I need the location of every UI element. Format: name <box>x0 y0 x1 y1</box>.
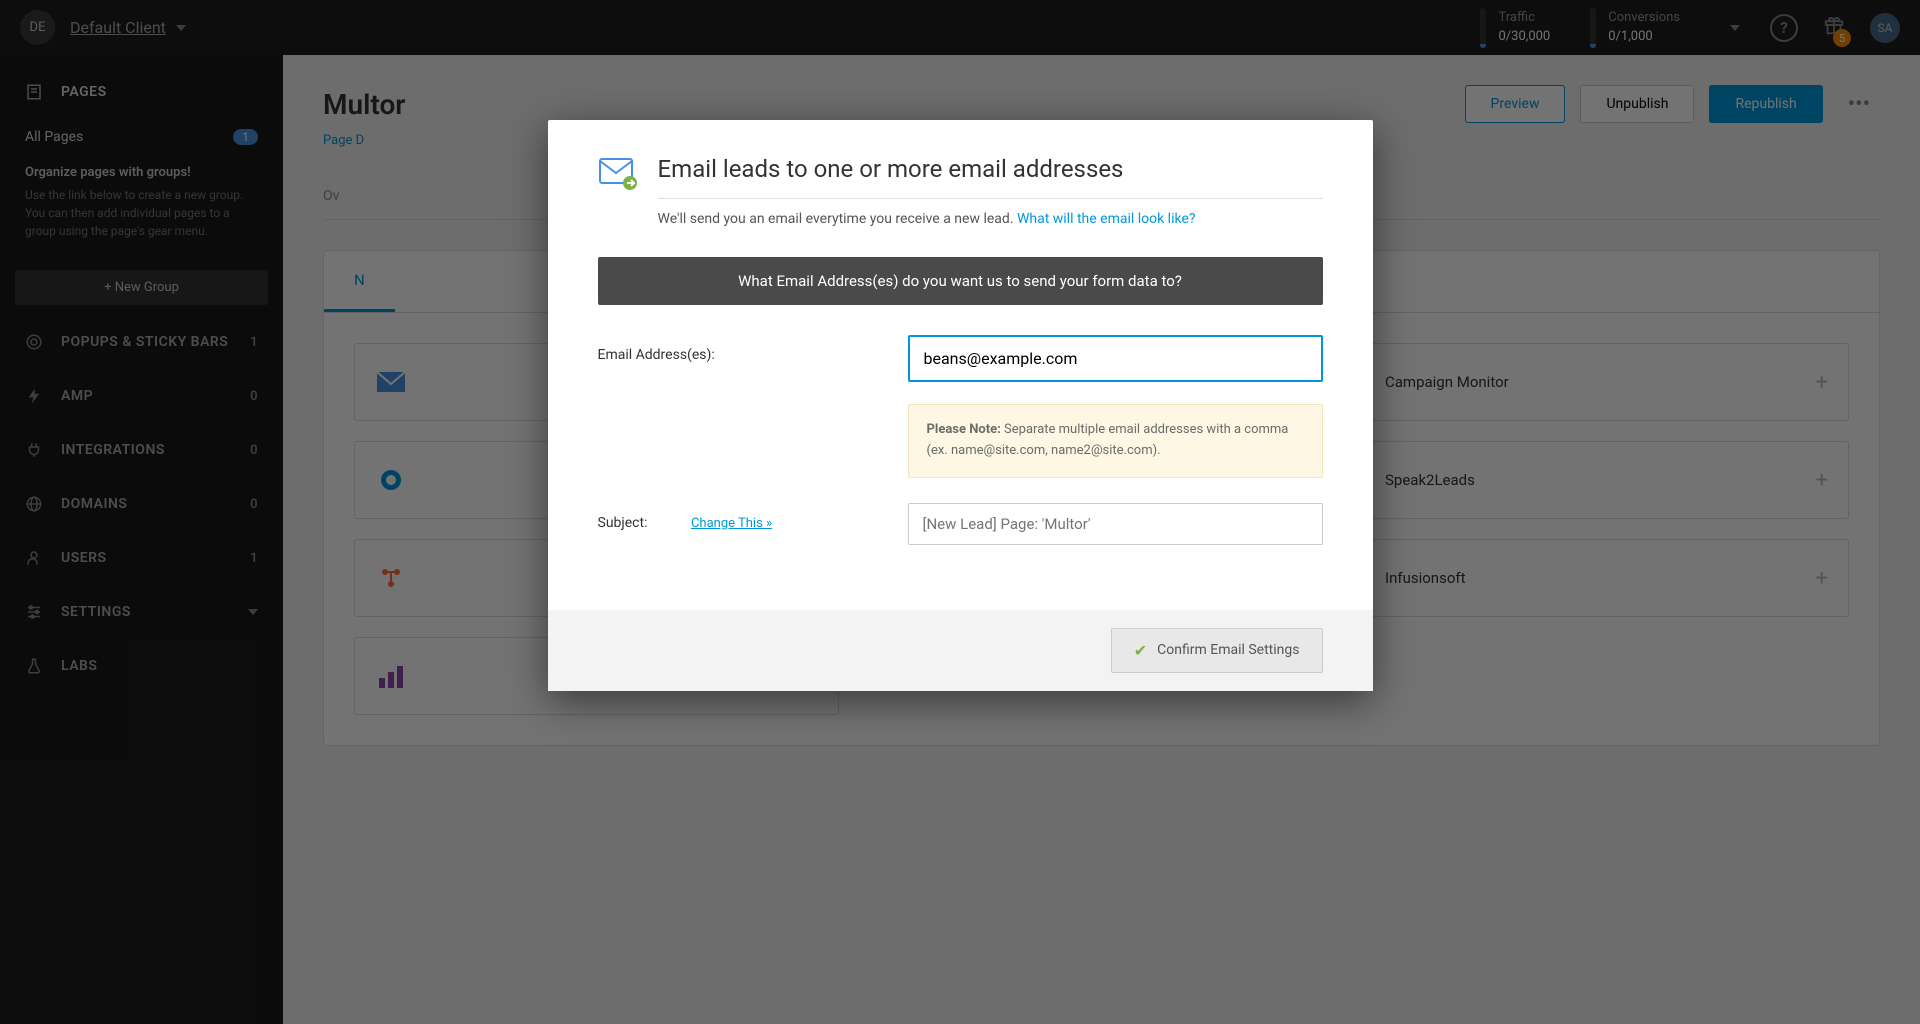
email-address-label: Email Address(es): <box>598 335 878 363</box>
check-icon: ✔ <box>1134 641 1147 660</box>
modal-question: What Email Address(es) do you want us to… <box>598 257 1323 305</box>
subject-input[interactable] <box>908 503 1323 545</box>
modal-overlay[interactable]: Email leads to one or more email address… <box>0 0 1920 1024</box>
modal-subtitle: We'll send you an email everytime you re… <box>658 211 1323 227</box>
email-note: Please Note: Separate multiple email add… <box>908 404 1323 478</box>
confirm-email-settings-button[interactable]: ✔ Confirm Email Settings <box>1111 628 1323 673</box>
email-leads-modal: Email leads to one or more email address… <box>548 120 1373 691</box>
email-send-icon <box>598 155 638 193</box>
note-bold: Please Note: <box>927 422 1001 437</box>
email-preview-link[interactable]: What will the email look like? <box>1017 211 1196 227</box>
modal-subtitle-text: We'll send you an email everytime you re… <box>658 211 1017 227</box>
confirm-btn-label: Confirm Email Settings <box>1157 642 1299 658</box>
change-subject-link[interactable]: Change This » <box>691 516 772 531</box>
subject-label: Subject: <box>598 515 648 531</box>
modal-title: Email leads to one or more email address… <box>658 155 1323 199</box>
email-address-input[interactable] <box>908 335 1323 382</box>
